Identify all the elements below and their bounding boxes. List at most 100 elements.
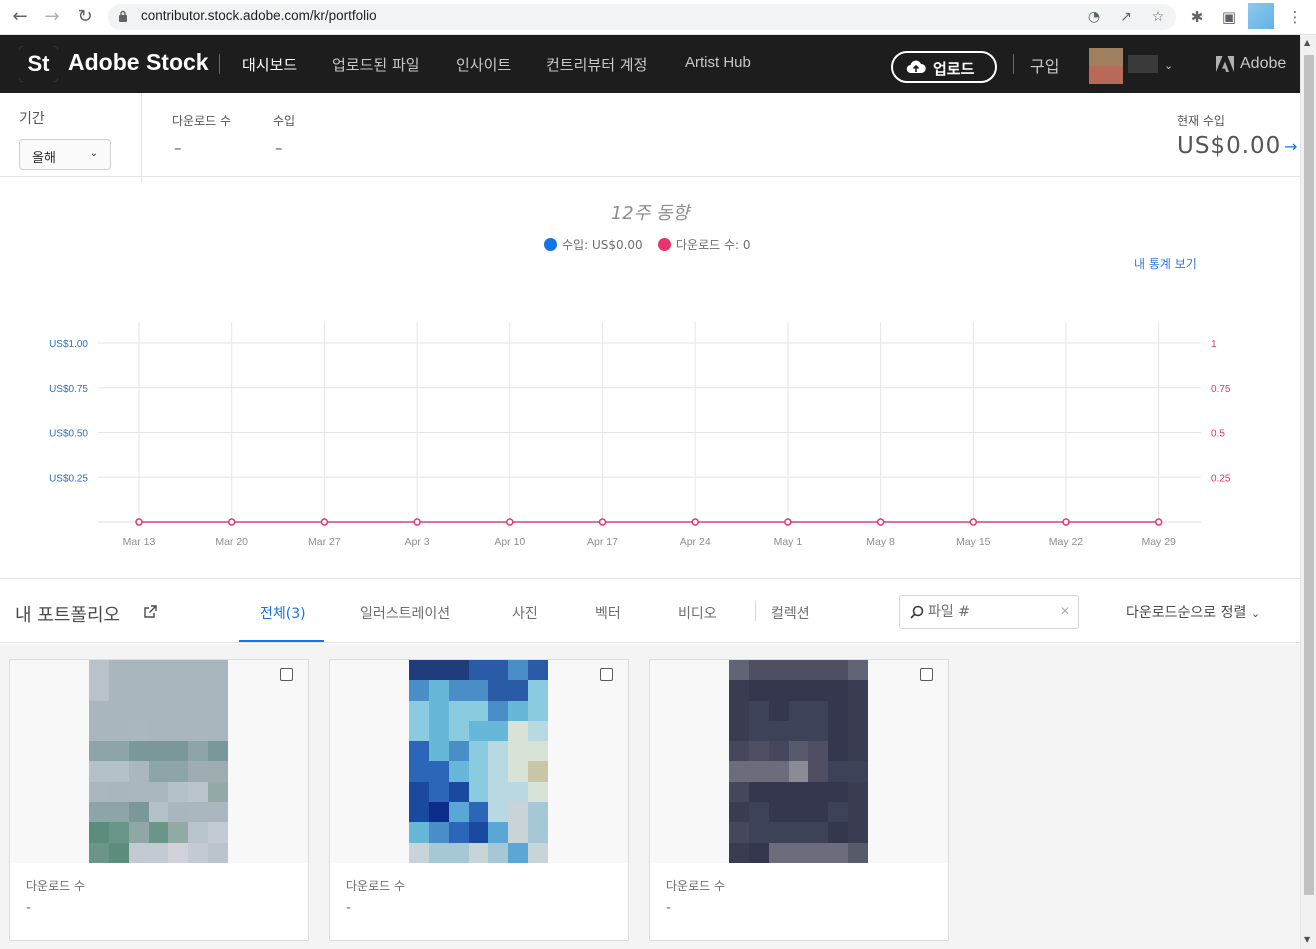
chevron-down-icon: ⌄ [1250,607,1261,620]
chevron-down-icon[interactable]: ⌄ [1164,59,1173,72]
portfolio-card[interactable]: 다운로드 수 - [649,659,949,941]
search-input[interactable] [928,602,1058,622]
clear-icon[interactable]: ✕ [1060,604,1070,618]
nav-uploaded-files[interactable]: 업로드된 파일 [332,54,420,75]
forward-icon[interactable]: → [40,6,64,28]
data-point-downloads[interactable] [506,518,514,526]
y-axis-left-tick: US$1.00 [49,339,88,350]
period-dropdown[interactable]: 올해 ⌄ [19,139,111,170]
data-point-downloads[interactable] [969,518,978,526]
downloads-label: 다운로드 수 [346,879,406,893]
data-point-downloads[interactable] [135,518,143,526]
portfolio-card[interactable]: 다운로드 수 - [329,659,629,941]
browser-toolbar: ← → ↻ contributor.stock.adobe.com/kr/por… [0,0,1316,35]
stats-divider [141,93,142,183]
x-axis-tick: Mar 13 [123,536,156,548]
nav-contributor-account[interactable]: 컨트리뷰터 계정 [546,54,647,75]
legend-downloads[interactable]: 다운로드 수: 0 [658,236,751,253]
data-point-downloads[interactable] [413,518,421,526]
arrow-right-icon[interactable]: → [1284,137,1297,156]
upload-button[interactable]: 업로드 [891,51,997,83]
data-point-downloads[interactable] [1154,518,1163,526]
earnings-value: – [275,139,283,157]
legend-dot-icon [658,238,671,251]
browser-profile-avatar[interactable] [1248,3,1274,29]
brand-name[interactable]: Adobe Stock [68,49,209,76]
current-earnings-label: 현재 수입 [1177,114,1225,128]
sidepanel-icon[interactable]: ▣ [1220,8,1238,26]
x-axis-tick: Apr 3 [405,536,430,548]
thumbnail-area[interactable] [650,660,948,863]
downloads-value: – [174,139,182,157]
nav-artist-hub[interactable]: Artist Hub [685,54,751,71]
upload-button-label: 업로드 [933,60,975,78]
y-axis-left-tick: US$0.25 [49,473,88,484]
tab-illustrations[interactable]: 일러스트레이션 [360,603,450,623]
adobe-stock-logo[interactable]: St [19,46,58,82]
period-label: 기간 [19,111,45,127]
thumbnail-image[interactable] [729,660,868,863]
data-point-downloads[interactable] [784,518,792,526]
address-bar[interactable]: contributor.stock.adobe.com/kr/portfolio… [108,4,1176,30]
x-axis-tick: Apr 17 [587,536,618,548]
external-link-icon[interactable] [143,605,157,619]
select-checkbox[interactable] [920,668,933,681]
x-axis-tick: Mar 27 [308,536,341,548]
downloads-value: - [26,900,32,916]
header-divider [219,54,220,74]
tab-all[interactable]: 전체(3) [260,603,306,623]
x-axis-tick: May 1 [774,536,803,548]
thumbnail-area[interactable] [330,660,628,863]
extensions-icon[interactable]: ✱ [1188,8,1206,26]
star-icon[interactable]: ☆ [1150,9,1166,25]
tab-collections[interactable]: 컬렉션 [771,603,810,623]
performance-icon[interactable]: ◔ [1086,9,1102,25]
data-point-downloads[interactable] [320,518,329,526]
select-checkbox[interactable] [600,668,613,681]
adobe-link[interactable]: Adobe [1240,55,1286,73]
nav-insights[interactable]: 인사이트 [456,54,511,75]
select-checkbox[interactable] [280,668,293,681]
header-divider [1013,54,1014,74]
page-scrollbar[interactable]: ▲ ▼ [1300,35,1316,949]
data-point-downloads[interactable] [1062,518,1070,526]
period-value: 올해 [32,151,56,166]
app-header: St Adobe Stock 대시보드 업로드된 파일 인사이트 컨트리뷰터 계… [0,35,1300,93]
portfolio-card[interactable]: 다운로드 수 - [9,659,309,941]
x-axis-tick: May 15 [956,536,991,548]
y-axis-right-tick: 1 [1211,339,1217,350]
nav-dashboard[interactable]: 대시보드 [242,54,297,75]
data-point-downloads[interactable] [691,518,699,526]
portfolio-toolbar: 내 포트폴리오 전체(3) 일러스트레이션 사진 벡터 비디오 컬렉션 ✕ 다운… [0,578,1300,643]
tab-photos[interactable]: 사진 [512,603,538,623]
legend-earnings[interactable]: 수입: US$0.00 [544,236,643,253]
menu-icon[interactable]: ⋮ [1286,8,1304,26]
view-stats-link[interactable]: 내 통계 보기 [1134,255,1197,272]
user-name-redacted[interactable] [1128,55,1158,73]
share-icon[interactable]: ↗ [1118,9,1134,25]
back-icon[interactable]: ← [8,6,32,28]
y-axis-left-tick: US$0.75 [49,384,88,395]
scroll-down-icon[interactable]: ▼ [1304,935,1310,944]
sort-dropdown[interactable]: 다운로드순으로 정렬 ⌄ [1126,602,1260,622]
thumbnail-image[interactable] [409,660,548,863]
tab-vectors[interactable]: 벡터 [595,603,621,623]
thumbnail-image[interactable] [89,660,228,863]
chevron-down-icon: ⌄ [89,148,98,159]
data-point-downloads[interactable] [598,518,607,526]
scroll-thumb[interactable] [1304,55,1314,895]
thumbnail-area[interactable] [10,660,308,863]
scroll-up-icon[interactable]: ▲ [1304,38,1310,47]
x-axis-tick: May 22 [1049,536,1084,548]
reload-icon[interactable]: ↻ [73,6,97,28]
stats-panel: 기간 올해 ⌄ 다운로드 수 – 수입 – 현재 수입 US$0.00 → [0,93,1300,183]
tab-videos[interactable]: 비디오 [678,603,717,623]
adobe-logo-icon[interactable] [1216,56,1234,72]
data-point-downloads[interactable] [227,518,236,526]
data-point-downloads[interactable] [876,518,885,526]
x-axis-tick: Apr 24 [680,536,711,548]
y-axis-right-tick: 0.5 [1211,429,1225,440]
file-search[interactable]: ✕ [899,595,1079,629]
nav-buy[interactable]: 구입 [1030,53,1059,77]
avatar[interactable] [1089,48,1123,84]
